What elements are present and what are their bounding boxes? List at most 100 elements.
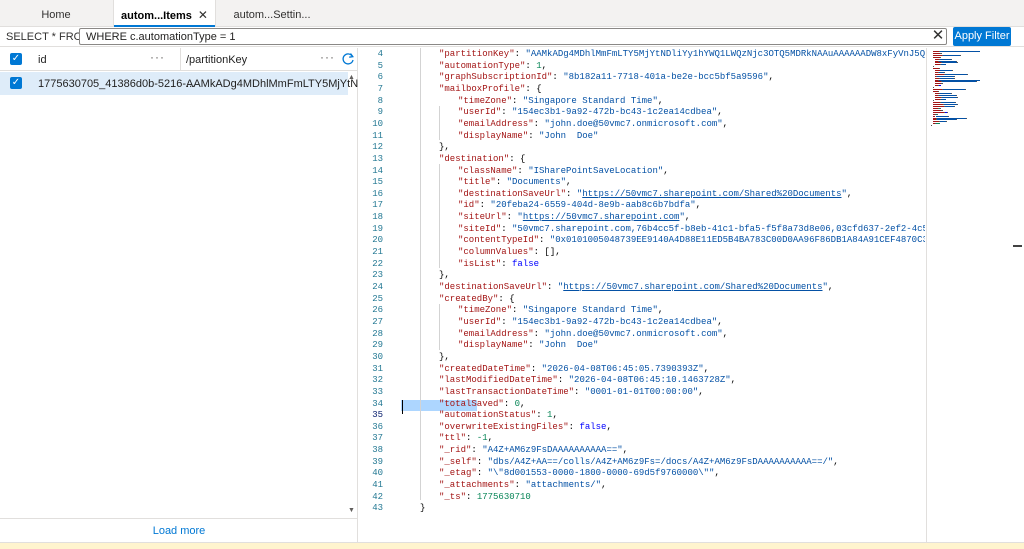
close-icon[interactable]: ✕	[930, 28, 946, 44]
minimap-line	[935, 123, 941, 125]
grid-header: ✓ id ··· /partitionKey ···	[0, 48, 358, 71]
code-token: "\"8d001553-0000-1800-0000-69d5f9760000\…	[487, 468, 715, 479]
load-more-link[interactable]: Load more	[0, 518, 358, 542]
line-number: 24	[372, 282, 383, 292]
filter-input[interactable]	[79, 28, 947, 45]
indent-guide	[439, 164, 440, 268]
indent-guide	[439, 304, 440, 350]
tab-label: autom...Settin...	[233, 9, 311, 21]
code-token: "154ec3b1-9a92-472b-bc43-1c2ea14cdbea"	[512, 107, 718, 118]
code-token: "destinationSaveUrl"	[439, 282, 548, 292]
code-line: "automationStatus": 1,	[439, 410, 558, 420]
tab-bar: Home autom...Items ✕ autom...Settin...	[0, 0, 1024, 28]
editor-minimap[interactable]	[926, 48, 1011, 542]
tab-label: autom...Items	[121, 10, 192, 22]
minimap-line	[943, 104, 958, 106]
code-line: "overwriteExistingFiles": false,	[439, 422, 612, 432]
code-token: ,	[846, 188, 853, 199]
code-token: -1	[476, 433, 488, 444]
apply-filter-button[interactable]: Apply Filter	[953, 27, 1011, 46]
code-token: ,	[566, 177, 572, 188]
code-line: "graphSubscriptionId": "8b182a11-7718-40…	[439, 72, 774, 82]
line-number: 7	[377, 83, 383, 94]
code-token: 1775630710	[476, 491, 531, 502]
code-token: https://50vmc7.sharepoint.com/Shared%20D…	[582, 188, 842, 199]
code-token: "isList"	[458, 258, 502, 269]
code-token: ,	[622, 445, 629, 456]
minimap-line	[940, 51, 981, 52]
code-token: ,	[833, 456, 839, 467]
code-token: :	[512, 305, 523, 316]
column-header-id[interactable]: id	[38, 54, 47, 66]
code-line: "siteId": "50vmc7.sharepoint.com,76b4cc5…	[458, 224, 925, 234]
code-token: ,	[606, 421, 612, 432]
minimap-line	[934, 73, 944, 75]
code-token: ,	[714, 468, 720, 479]
line-number: 20	[372, 235, 383, 246]
row-checkbox[interactable]: ✓	[10, 77, 22, 89]
code-token: ,	[717, 107, 723, 118]
code-token: :	[574, 386, 585, 397]
code-token: ,	[663, 165, 669, 176]
line-number: 9	[377, 107, 383, 118]
code-token: :	[514, 480, 526, 491]
table-row[interactable]: ✓ 1775630705_41386d0b-5216-... AAMkADg4M…	[0, 72, 367, 95]
minimap-line	[941, 64, 947, 66]
editor-scrollbar[interactable]	[1011, 48, 1024, 542]
column-header-partition-key[interactable]: /partitionKey	[186, 54, 247, 66]
tab-automation-items[interactable]: autom...Items ✕	[113, 0, 216, 28]
code-token: :	[528, 130, 540, 141]
code-token: ,	[657, 95, 664, 106]
line-number: 5	[377, 60, 383, 71]
minimap-line	[932, 87, 934, 89]
indent-guide	[439, 106, 440, 140]
minimap-line	[941, 102, 955, 104]
column-divider[interactable]	[180, 48, 181, 71]
code-token: "John Doe"	[539, 130, 599, 141]
close-icon[interactable]: ✕	[198, 8, 208, 22]
select-all-checkbox[interactable]: ✓	[10, 53, 22, 65]
code-token: :	[476, 456, 488, 467]
code-token: "mailboxProfile"	[439, 83, 526, 94]
code-line: "destination": {	[439, 154, 525, 164]
column-menu-icon[interactable]: ···	[320, 50, 335, 64]
minimap-line	[932, 104, 943, 106]
code-line: "siteUrl": "https://50vmc7.sharepoint.co…	[458, 212, 690, 222]
minimap-line	[939, 79, 980, 81]
minimap-line	[936, 115, 949, 117]
code-token: "userId"	[458, 316, 502, 327]
code-token: "ISharePointSaveLocation"	[528, 165, 664, 176]
code-line: "_ts": 1775630710	[439, 492, 531, 502]
code-line: "emailAddress": "john.doe@50vmc7.onmicro…	[458, 329, 728, 339]
filter-bar: SELECT * FROM c ✕ Apply Filter	[0, 27, 1024, 47]
scroll-up-icon[interactable]: ▲	[348, 74, 355, 81]
code-token: :	[517, 165, 529, 176]
code-token: : {	[525, 83, 542, 94]
code-token: "automationType"	[439, 60, 526, 71]
minimap-line	[940, 92, 952, 94]
line-number: 11	[372, 130, 383, 141]
tab-automation-settings[interactable]: autom...Settin...	[224, 0, 320, 27]
code-token: ,	[601, 480, 607, 491]
code-token: "Documents"	[506, 177, 567, 188]
code-token: "8b182a11-7718-401a-be2e-bcc5bf5a9596"	[563, 72, 769, 83]
code-token: ,	[695, 200, 702, 211]
column-menu-icon[interactable]: ···	[150, 50, 165, 64]
code-token: "graphSubscriptionId"	[439, 72, 553, 83]
minimap-line	[934, 81, 942, 83]
tab-home[interactable]: Home	[14, 0, 98, 27]
row-partition-key-cell: AAMkADg4MDhlMmFmLTY5MjYtN...	[186, 78, 368, 90]
scroll-down-icon[interactable]: ▼	[348, 507, 355, 514]
minimap-line	[943, 89, 965, 90]
code-token: false	[512, 258, 540, 269]
code-line: "ttl": -1,	[439, 433, 493, 443]
minimap-line	[932, 111, 944, 113]
code-token: "timeZone"	[458, 305, 513, 316]
code-token: :	[557, 375, 569, 386]
refresh-icon[interactable]	[341, 52, 355, 66]
json-editor[interactable]: 4 "partitionKey": "AAMkADg4MDhlMmFmLTY5Mj…	[359, 48, 925, 542]
code-token: :	[471, 445, 483, 456]
code-token: "A4Z+AM6z9FsDAAAAAAAAAA=="	[482, 445, 623, 456]
minimap-line	[932, 100, 934, 102]
row-id-cell: 1775630705_41386d0b-5216-...	[38, 78, 196, 90]
